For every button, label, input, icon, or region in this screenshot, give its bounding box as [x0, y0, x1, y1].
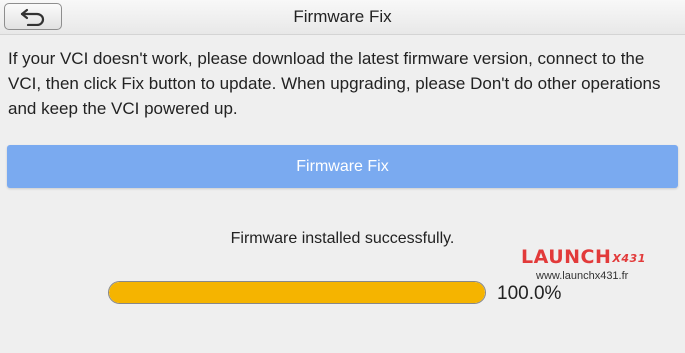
page-title: Firmware Fix	[293, 7, 392, 26]
progress-bar	[108, 281, 486, 304]
logo-text: LAUNCH	[521, 246, 612, 268]
progress-fill	[109, 282, 485, 303]
title-bar: Firmware Fix	[0, 0, 685, 35]
launch-logo: LAUNCH X431	[521, 246, 646, 268]
watermark-url: www.launchx431.fr	[536, 270, 629, 282]
instructions-text: If your VCI doesn't work, please downloa…	[8, 49, 661, 118]
firmware-fix-button[interactable]: Firmware Fix	[7, 145, 678, 188]
firmware-fix-screen: Firmware Fix If your VCI doesn't work, p…	[0, 0, 685, 353]
progress-percent: 100.0%	[497, 283, 562, 304]
logo-suffix: X431	[612, 252, 646, 265]
